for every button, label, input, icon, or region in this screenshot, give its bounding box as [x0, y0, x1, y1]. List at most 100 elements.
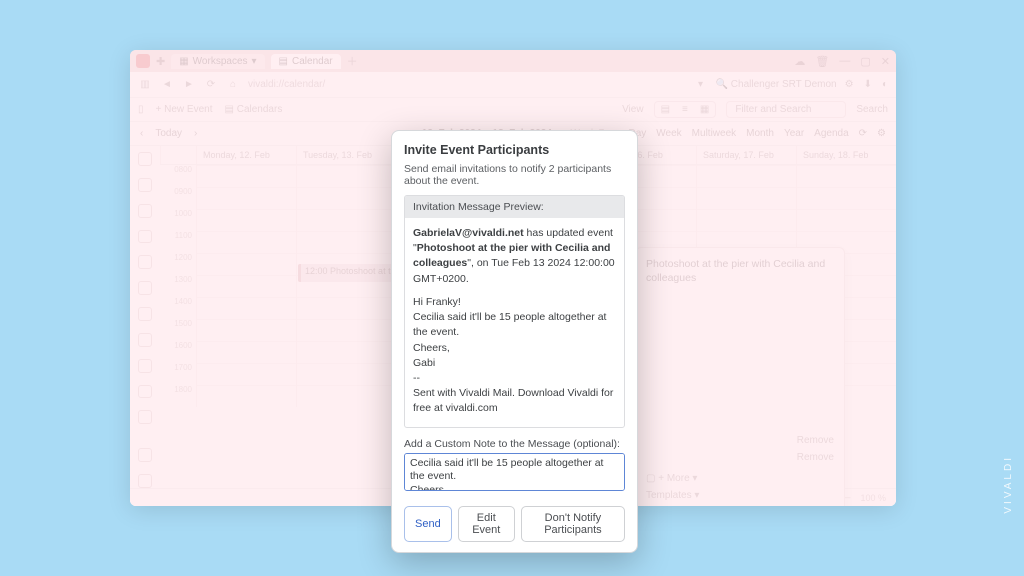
calendar-cell[interactable] [196, 253, 296, 275]
view-month[interactable]: Month [746, 128, 774, 139]
window-close-icon[interactable]: ✕ [881, 55, 890, 68]
view-list-icon[interactable]: ≡ [676, 102, 694, 117]
tab-workspaces[interactable]: ▦ Workspaces ▾ [171, 54, 264, 69]
preview-body: GabrielaV@vivaldi.net has updated event … [405, 218, 624, 427]
calendar-cell[interactable] [696, 187, 796, 209]
calendar-cell[interactable] [196, 209, 296, 231]
calendar-cell[interactable] [296, 385, 396, 407]
invite-participants-dialog: Invite Event Participants Send email inv… [391, 130, 638, 553]
nav-home-icon[interactable]: ⌂ [226, 79, 240, 90]
remove-link[interactable]: Remove [646, 452, 834, 463]
panel-translate-icon[interactable] [138, 281, 152, 295]
nav-next-icon[interactable]: › [194, 128, 197, 139]
url-field[interactable]: vivaldi://calendar/ [248, 79, 498, 90]
calendar-cell[interactable] [296, 209, 396, 231]
calendar-cell[interactable] [296, 165, 396, 187]
calendar-cell[interactable] [296, 319, 396, 341]
calendar-cell[interactable] [196, 341, 296, 363]
panel-calendar-icon[interactable] [138, 359, 152, 373]
hour-label: 1700 [160, 363, 196, 385]
view-compact-icon[interactable]: ▦ [694, 102, 715, 117]
calendar-cell[interactable] [296, 231, 396, 253]
view-toggle[interactable]: ▤ ≡ ▦ [654, 101, 717, 118]
nav-forward-icon[interactable]: ► [182, 79, 196, 90]
view-agenda[interactable]: Agenda [814, 128, 848, 139]
calendar-cell[interactable] [196, 275, 296, 297]
panel-feeds-icon[interactable] [138, 385, 152, 399]
calendar-cell[interactable] [196, 363, 296, 385]
new-event-button[interactable]: + New Event [156, 104, 213, 115]
panel-downloads-icon[interactable] [138, 204, 152, 218]
templates-dropdown[interactable]: Templates [646, 490, 692, 501]
profile-icon[interactable]: ◐ [882, 79, 888, 90]
today-button[interactable]: Today [155, 128, 182, 139]
window-minimize-icon[interactable]: — [839, 55, 850, 68]
extensions-icon[interactable]: ⚙ [845, 79, 854, 90]
refresh-icon[interactable]: ⟳ [859, 128, 867, 139]
calendar-cell[interactable] [196, 319, 296, 341]
panel-bookmarks-icon[interactable] [138, 152, 152, 166]
window-maximize-icon[interactable]: ▢ [860, 55, 870, 68]
settings-icon[interactable]: ⚙ [877, 128, 886, 139]
trash-icon[interactable]: 🗑 [815, 55, 829, 68]
panel-tasks-icon[interactable] [138, 410, 152, 424]
view-label: View [622, 104, 644, 115]
titlebar: ✚ ▦ Workspaces ▾ ▤ Calendar ＋ ☁ 🗑 — ▢ ✕ [130, 50, 896, 72]
cloud-icon[interactable]: ☁ [794, 55, 805, 68]
downloads-icon[interactable]: ⬇ [864, 79, 872, 90]
hour-label: 1000 [160, 209, 196, 231]
remove-link[interactable]: Remove [646, 435, 834, 446]
calendar-cell[interactable] [296, 341, 396, 363]
search-button[interactable]: Search [856, 104, 888, 115]
panel-history-icon[interactable] [138, 230, 152, 244]
dialog-title: Invite Event Participants [404, 143, 625, 157]
preview-sender: GabrielaV@vivaldi.net [413, 227, 524, 239]
calendar-cell[interactable] [796, 187, 896, 209]
hour-label: 1100 [160, 231, 196, 253]
custom-note-textarea[interactable] [404, 453, 625, 491]
edit-event-button[interactable]: Edit Event [458, 506, 515, 542]
calendar-cell[interactable] [296, 363, 396, 385]
panel-settings-icon[interactable] [138, 474, 152, 488]
calendar-cell[interactable] [296, 297, 396, 319]
calendar-cell[interactable] [696, 165, 796, 187]
chevron-down-icon: ▾ [252, 56, 257, 67]
more-dropdown[interactable]: ▢ + More ▾ [646, 473, 697, 484]
bookmarks-folder-icon[interactable]: ▯ [138, 104, 144, 115]
preview-heading: Invitation Message Preview: [405, 196, 624, 218]
calendar-cell[interactable] [196, 165, 296, 187]
calendar-cell[interactable] [796, 165, 896, 187]
nav-reload-icon[interactable]: ⟳ [204, 79, 218, 90]
calendar-cell[interactable] [696, 209, 796, 231]
nav-prev-icon[interactable]: ‹ [140, 128, 143, 139]
panel-toggle-icon[interactable]: ▥ [138, 79, 152, 90]
hour-label: 1600 [160, 341, 196, 363]
search-engine-badge[interactable]: 🔍 Challenger SRT Demon [716, 79, 837, 90]
send-button[interactable]: Send [404, 506, 452, 542]
view-year[interactable]: Year [784, 128, 804, 139]
view-week[interactable]: Week [656, 128, 681, 139]
calendar-cell[interactable] [196, 187, 296, 209]
status-zoom-value: 100 % [860, 493, 886, 503]
dont-notify-button[interactable]: Don't Notify Participants [521, 506, 625, 542]
day-header: Monday, 12. Feb [196, 146, 296, 164]
panel-window-icon[interactable] [138, 307, 152, 321]
view-multiweek[interactable]: Multiweek [692, 128, 736, 139]
tab-calendar[interactable]: ▤ Calendar [271, 54, 341, 69]
calendar-cell[interactable] [796, 209, 896, 231]
calendars-dropdown[interactable]: ▤ Calendars [225, 104, 283, 115]
nav-back-icon[interactable]: ◄ [160, 79, 174, 90]
sidebar-toggle-icon[interactable]: ✚ [156, 55, 165, 68]
panel-mail-icon[interactable] [138, 333, 152, 347]
panel-notes-icon[interactable] [138, 255, 152, 269]
calendar-cell[interactable] [196, 231, 296, 253]
calendar-cell[interactable] [196, 297, 296, 319]
view-block-icon[interactable]: ▤ [655, 102, 676, 117]
calendar-cell[interactable] [196, 385, 296, 407]
panel-reading-icon[interactable] [138, 178, 152, 192]
panel-add-icon[interactable] [138, 448, 152, 462]
bookmark-icon[interactable]: ▾ [694, 79, 708, 90]
calendar-cell[interactable] [296, 187, 396, 209]
filter-input[interactable]: Filter and Search [726, 101, 846, 118]
new-tab-button[interactable]: ＋ [347, 53, 358, 69]
